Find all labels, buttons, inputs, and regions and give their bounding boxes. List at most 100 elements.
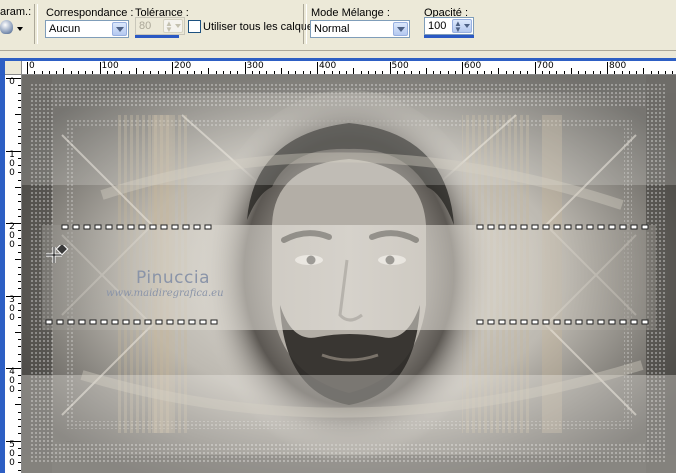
dash-ornament — [630, 319, 638, 325]
dash-ornament — [597, 224, 605, 230]
ruler-tick — [520, 71, 521, 74]
ruler-tick — [477, 71, 478, 74]
ruler-tick — [15, 259, 21, 260]
blend-mode-select[interactable]: Normal — [310, 20, 410, 38]
dash-ornament — [188, 319, 196, 325]
match-mode-select[interactable]: Aucun — [45, 20, 129, 38]
ruler-tick — [549, 71, 550, 74]
ruler-tick — [107, 71, 108, 74]
ruler-tick — [6, 296, 21, 297]
ruler-tick — [440, 71, 441, 74]
ruler-h-label: 700 — [536, 61, 554, 71]
ruler-tick — [491, 71, 492, 74]
ruler-tick — [136, 68, 137, 74]
dash-ornament — [630, 224, 638, 230]
dash-ornament — [204, 224, 212, 230]
ruler-tick — [187, 71, 188, 74]
horizontal-ruler[interactable]: 0 100 200 300 400 500 600 700 800 — [22, 61, 676, 75]
ruler-tick — [18, 230, 21, 231]
dash-ornament — [509, 224, 517, 230]
ruler-tick — [382, 71, 383, 74]
ruler-h-label: 100 — [101, 61, 119, 71]
dash-ornament — [575, 224, 583, 230]
ruler-tick — [18, 288, 21, 289]
ruler-tick — [18, 209, 21, 210]
opacity-input[interactable]: 100 ▲ ▼ — [424, 17, 474, 35]
ruler-tick — [18, 238, 21, 239]
match-mode-value: Aucun — [49, 23, 81, 35]
chevron-down-icon[interactable] — [393, 22, 408, 36]
ruler-v-label: 0 — [9, 231, 15, 241]
ruler-v-label: 0 — [9, 385, 15, 395]
ruler-tick — [237, 71, 238, 74]
ruler-tick — [18, 433, 21, 434]
ruler-tick — [15, 332, 21, 333]
tolerance-slider — [135, 35, 179, 38]
ruler-tick — [121, 71, 122, 74]
ruler-tick — [6, 223, 21, 224]
ruler-tick — [18, 448, 21, 449]
image-canvas[interactable]: Pinuccia www.maidiregrafica.eu — [22, 75, 676, 473]
use-all-layers-checkbox[interactable] — [188, 20, 201, 33]
ruler-tick — [18, 397, 21, 398]
dash-ornament — [133, 319, 141, 325]
ruler-tick — [34, 71, 35, 74]
ruler-tick — [18, 274, 21, 275]
dash-ornament — [72, 224, 80, 230]
dash-ornament — [138, 224, 146, 230]
dash-ornament — [498, 319, 506, 325]
chevron-down-icon[interactable] — [112, 22, 127, 36]
ruler-tick — [18, 346, 21, 347]
ruler-tick — [317, 62, 318, 74]
ruler-v-label: 0 — [9, 167, 15, 178]
ruler-tick — [92, 71, 93, 74]
ruler-tick — [361, 71, 362, 74]
opacity-spinner[interactable]: ▲ ▼ — [452, 19, 472, 34]
ruler-tick — [129, 71, 130, 74]
ruler-tick — [506, 71, 507, 74]
ruler-tick — [194, 71, 195, 74]
ruler-tick — [281, 68, 282, 74]
ruler-tick — [49, 71, 50, 74]
dash-ornament — [67, 319, 75, 325]
ruler-tick — [658, 71, 659, 74]
ruler-tick — [295, 71, 296, 74]
dash-ornament — [531, 224, 539, 230]
artwork — [22, 75, 676, 473]
ruler-tick — [165, 71, 166, 74]
ruler-tick — [448, 71, 449, 74]
dash-ornament — [586, 319, 594, 325]
ruler-tick — [324, 71, 325, 74]
fill-tool-preset-icon[interactable] — [0, 20, 13, 34]
ruler-tick — [390, 62, 391, 74]
dash-ornament — [586, 224, 594, 230]
ruler-tick — [18, 158, 21, 159]
dash-ornament — [509, 319, 517, 325]
ruler-tick — [643, 68, 644, 74]
ruler-v-label: 0 — [9, 77, 15, 87]
ruler-tick — [6, 441, 21, 442]
ruler-tick — [15, 114, 21, 115]
ruler-tick — [411, 71, 412, 74]
ruler-tick — [404, 71, 405, 74]
dash-ornament — [619, 319, 627, 325]
dash-ornament — [193, 224, 201, 230]
ruler-tick — [672, 71, 673, 74]
dash-ornament — [542, 224, 550, 230]
vertical-ruler[interactable]: 0100200300400500 — [5, 75, 22, 473]
opacity-slider[interactable] — [424, 35, 474, 38]
ruler-tick — [332, 71, 333, 74]
param-label: aram.: — [0, 6, 32, 18]
ruler-corner — [5, 61, 22, 75]
ruler-tick — [6, 368, 21, 369]
ruler-tick — [266, 71, 267, 74]
dash-ornament — [641, 319, 649, 325]
dash-ornament — [100, 319, 108, 325]
ruler-tick — [18, 310, 21, 311]
ruler-tick — [339, 71, 340, 74]
ruler-tick — [18, 361, 21, 362]
chevron-down-icon[interactable] — [17, 27, 23, 31]
ruler-tick — [346, 71, 347, 74]
ruler-tick — [614, 71, 615, 74]
ruler-tick — [18, 339, 21, 340]
